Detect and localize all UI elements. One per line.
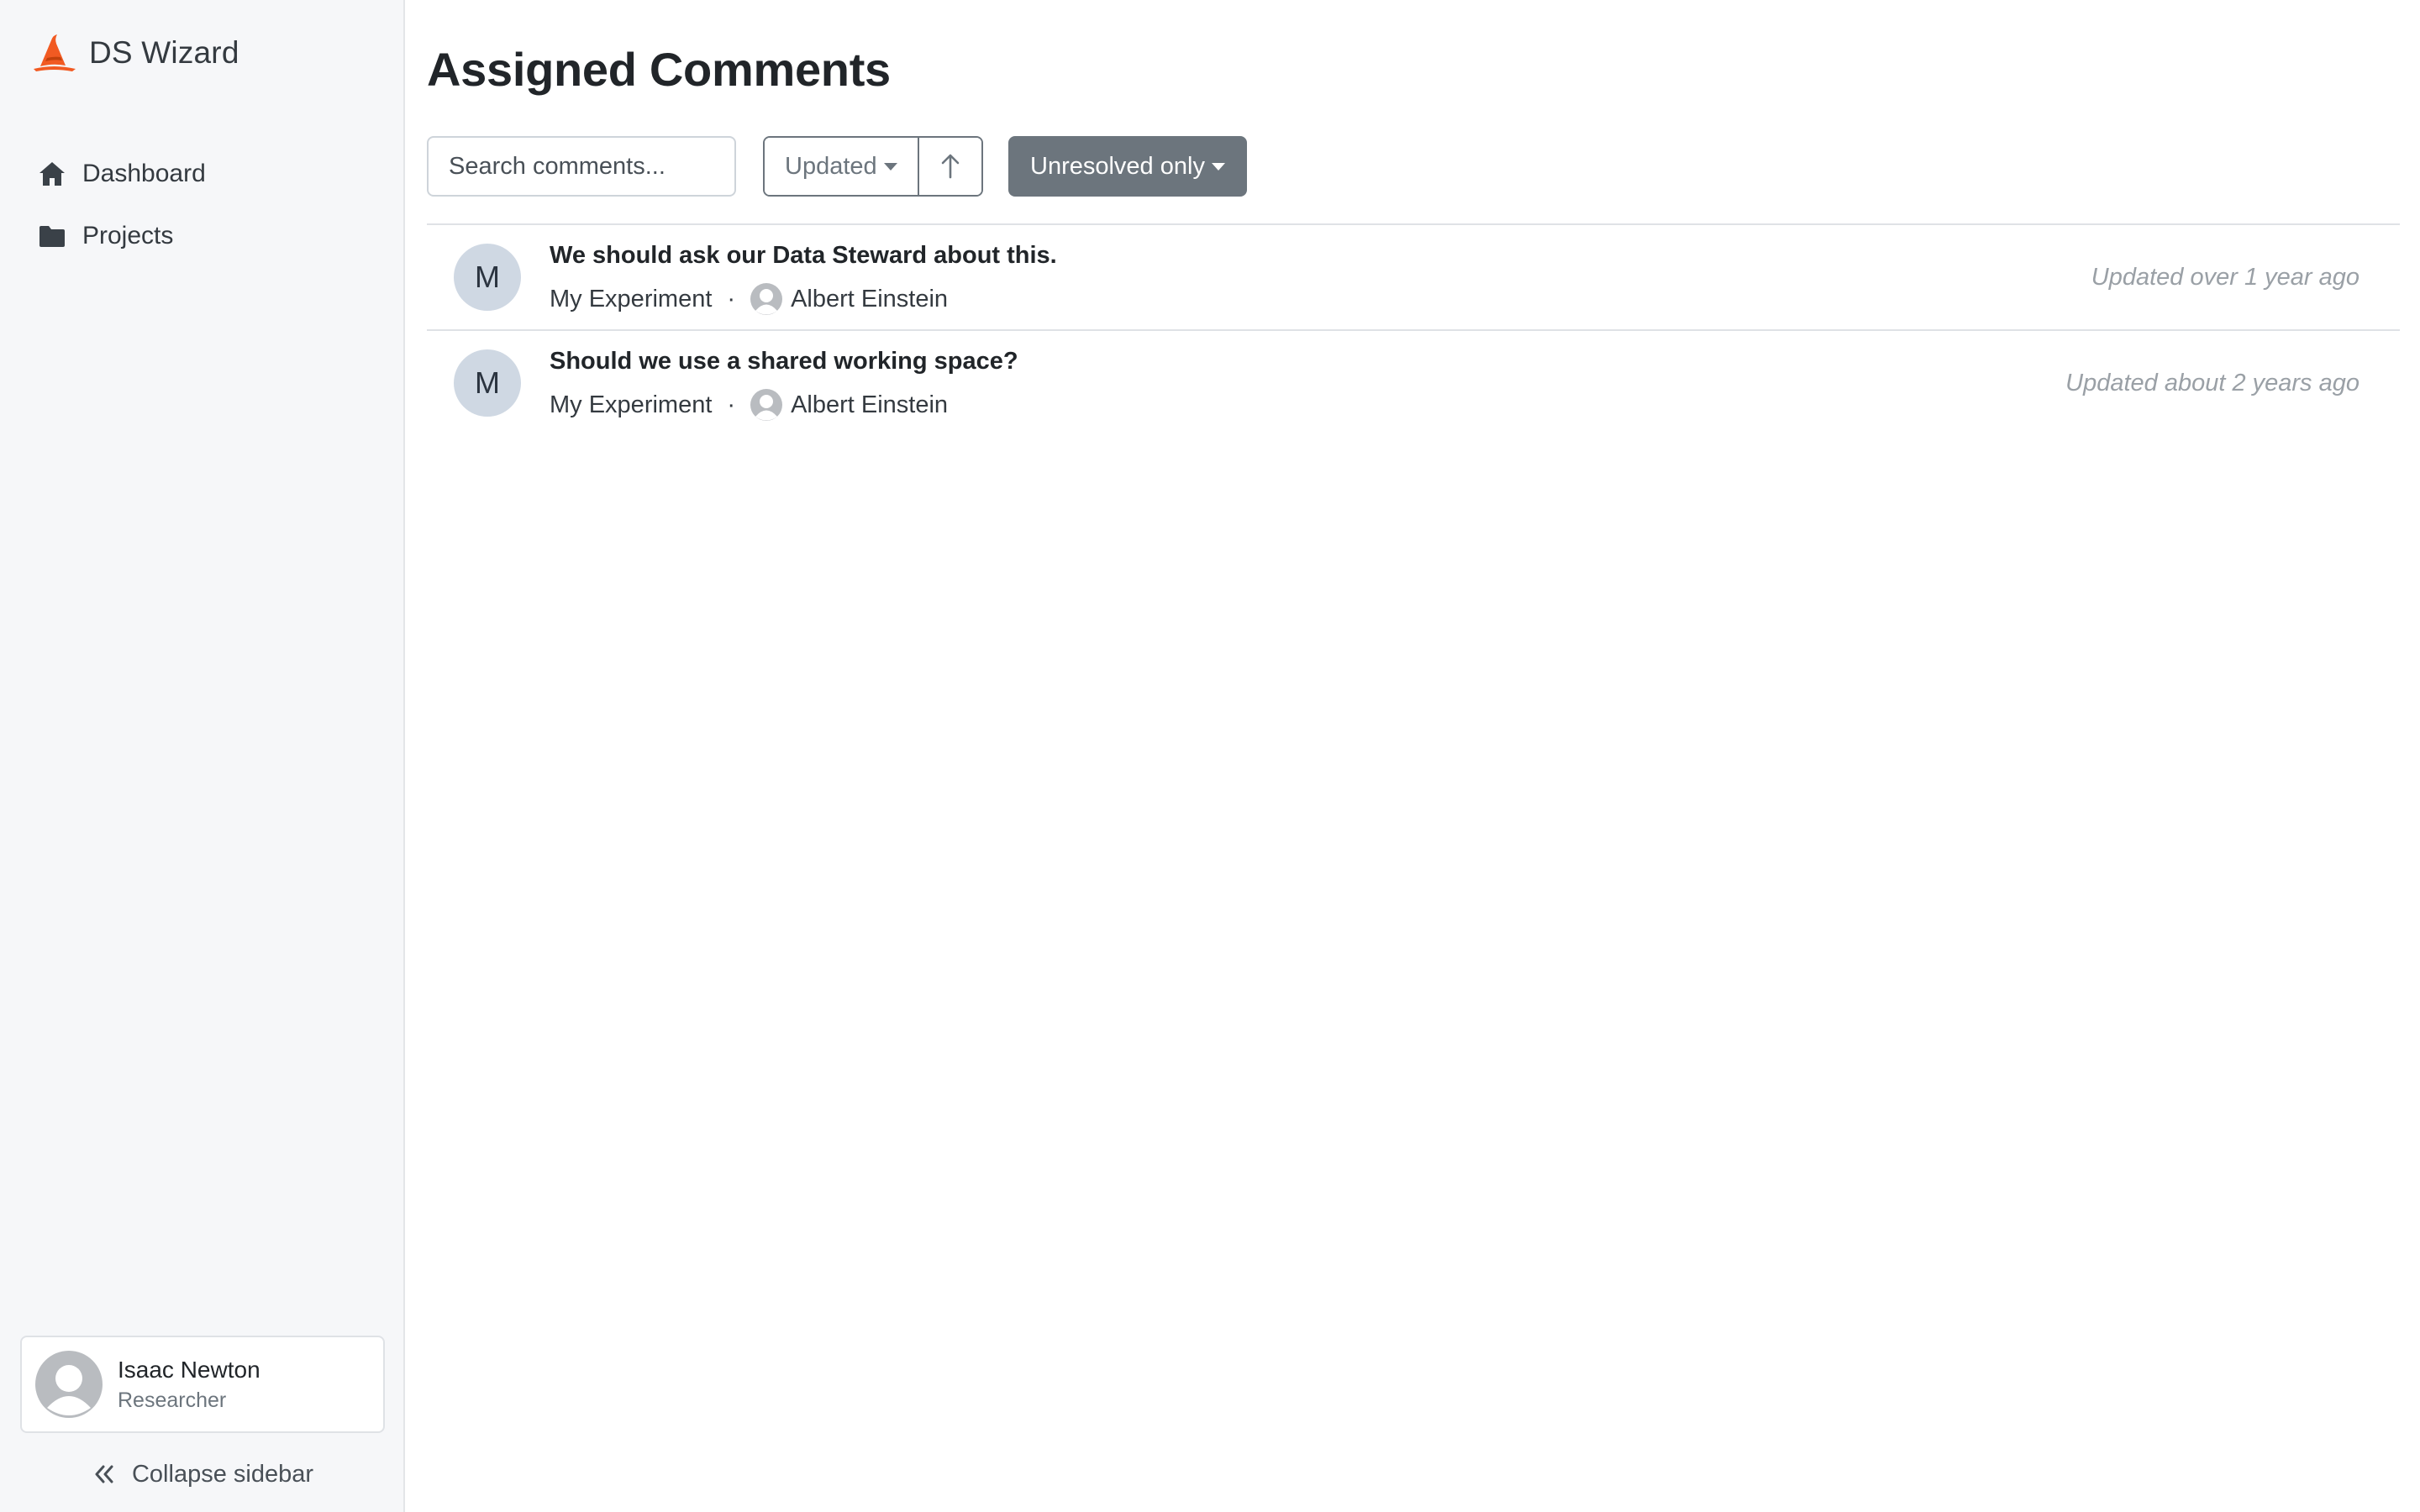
home-icon [39,162,65,186]
profile-menu[interactable]: Isaac Newton Researcher [20,1336,385,1433]
double-chevron-left-icon [95,1465,113,1483]
updated-time: Updated about 2 years ago [2065,370,2360,396]
filter-label: Unresolved only [1030,152,1205,180]
comment-title: Should we use a shared working space? [550,348,1018,375]
search-input[interactable] [427,136,736,197]
project-avatar: M [454,244,521,311]
caret-down-icon [883,162,897,171]
comment-text: We should ask our Data Steward about thi… [550,242,1057,315]
profile-role: Researcher [118,1388,227,1412]
comment-title: We should ask our Data Steward about thi… [550,242,1057,269]
comment-list: M We should ask our Data Steward about t… [427,223,2400,437]
sidebar-item-projects[interactable]: Projects [0,205,405,267]
sidebar-nav: Dashboard Projects [0,143,405,267]
sidebar-item-dashboard[interactable]: Dashboard [0,143,405,205]
sidebar-item-label: Projects [82,222,174,249]
arrow-up-icon [941,154,959,179]
app-root: DS Wizard Dashboard Projects Isaac Newto… [0,0,2420,1512]
folder-icon [39,226,65,247]
collapse-sidebar-button[interactable]: Collapse sidebar [0,1453,405,1495]
sidebar-item-label: Dashboard [82,160,206,187]
updated-time: Updated over 1 year ago [2091,264,2360,291]
profile-name: Isaac Newton [118,1356,260,1383]
main-content: Assigned Comments Updated Unresolved onl… [407,0,2420,1512]
user-name: Albert Einstein [791,391,949,418]
page-title: Assigned Comments [427,43,891,96]
collapse-sidebar-label: Collapse sidebar [131,1460,313,1488]
sort-direction-button[interactable] [917,138,981,195]
sort-field-dropdown[interactable]: Updated [765,138,918,195]
project-name: My Experiment [550,391,713,418]
comment-meta: My Experiment · Albert Einstein [550,283,1057,315]
comment-meta: My Experiment · Albert Einstein [550,389,1018,421]
sidebar: DS Wizard Dashboard Projects Isaac Newto… [0,0,405,1512]
sort-control: Updated [763,136,983,197]
avatar-placeholder-icon [35,1351,103,1418]
comment-row[interactable]: M Should we use a shared working space? … [427,331,2400,437]
comment-row[interactable]: M We should ask our Data Steward about t… [427,225,2400,331]
sort-field-label: Updated [785,152,877,180]
comment-text: Should we use a shared working space? My… [550,348,1018,421]
user-avatar-icon [750,389,783,421]
caret-down-icon [1211,162,1225,171]
resolved-filter-dropdown[interactable]: Unresolved only [1008,136,1247,197]
wizard-hat-logo-icon [34,34,76,71]
user-name: Albert Einstein [791,285,949,312]
brand-link[interactable]: DS Wizard [29,30,239,76]
meta-separator: · [727,391,736,418]
meta-separator: · [727,285,736,312]
app-name: DS Wizard [89,35,239,70]
project-avatar: M [454,349,521,417]
project-name: My Experiment [550,285,713,312]
user-avatar-icon [750,283,783,315]
profile-text: Isaac Newton Researcher [118,1357,260,1413]
